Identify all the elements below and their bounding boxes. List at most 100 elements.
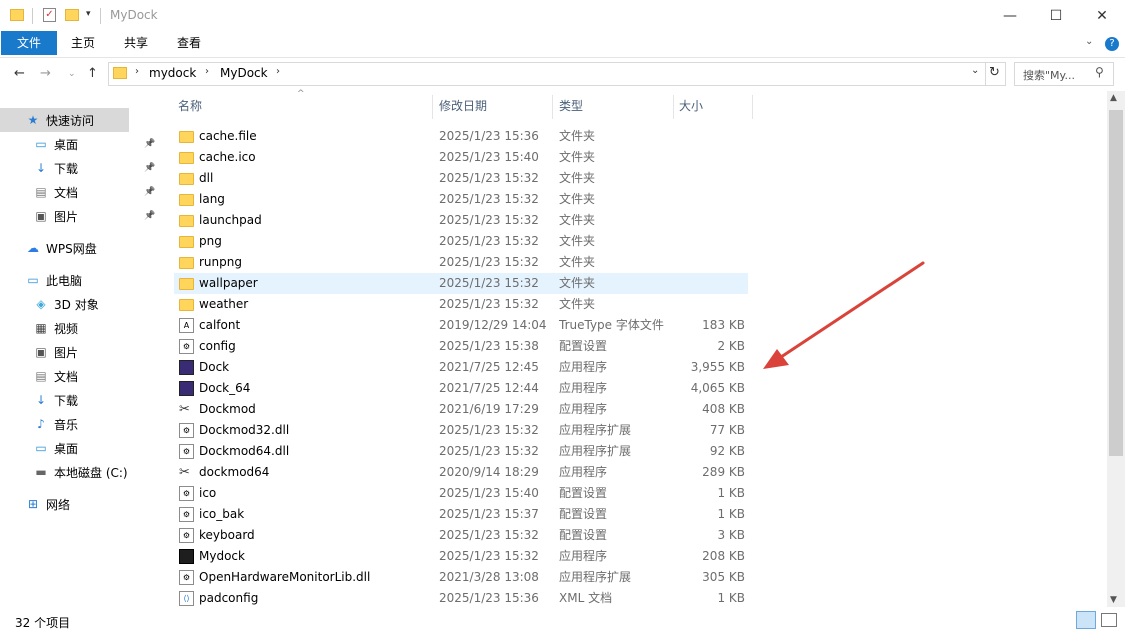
help-icon[interactable]: ? — [1105, 37, 1119, 51]
large-icons-view-icon[interactable] — [1101, 613, 1117, 627]
sidebar-item[interactable]: ▦ 视频 — [0, 316, 156, 340]
file-size: 208 KB — [702, 549, 745, 563]
sidebar-item[interactable]: ▣ 图片 📌 — [0, 204, 156, 228]
title-bar: ✓ ▾ MyDock — ☐ ✕ — [0, 0, 1125, 31]
file-date: 2025/1/23 15:40 — [439, 150, 539, 164]
sidebar-item[interactable]: ▭ 桌面 📌 — [0, 132, 156, 156]
sidebar-item[interactable]: ↓ 下载 — [0, 388, 156, 412]
sidebar-item-label: 图片 — [54, 345, 79, 360]
scroll-down-icon[interactable]: ▼ — [1110, 595, 1117, 605]
file-row[interactable]: ⚙ ico 2025/1/23 15:40 配置设置 1 KB — [174, 483, 748, 504]
file-type: 文件夹 — [559, 129, 596, 143]
search-box[interactable]: 搜索"My... ⚲ — [1014, 62, 1114, 86]
file-row[interactable]: ⚙ config 2025/1/23 15:38 配置设置 2 KB — [174, 336, 748, 357]
file-row[interactable]: cache.file 2025/1/23 15:36 文件夹 — [174, 126, 748, 147]
search-icon[interactable]: ⚲ — [1095, 65, 1104, 79]
drive-icon: ▬ — [35, 465, 47, 479]
close-button[interactable]: ✕ — [1079, 0, 1125, 31]
file-date: 2021/6/19 17:29 — [439, 402, 539, 416]
recent-locations-icon[interactable]: ⌄ — [68, 69, 76, 79]
sidebar-item[interactable]: ▭ 此电脑 — [0, 268, 156, 292]
sidebar-item[interactable]: ▬ 本地磁盘 (C:) — [0, 460, 156, 484]
back-arrow-icon[interactable]: ← — [14, 66, 25, 81]
file-row[interactable]: launchpad 2025/1/23 15:32 文件夹 — [174, 210, 748, 231]
expand-ribbon-icon[interactable]: ⌄ — [1085, 36, 1093, 47]
file-row[interactable]: Dock_64 2021/7/25 12:44 应用程序 4,065 KB — [174, 378, 748, 399]
column-separator[interactable] — [752, 95, 753, 119]
maximize-button[interactable]: ☐ — [1033, 0, 1079, 31]
file-row[interactable]: png 2025/1/23 15:32 文件夹 — [174, 231, 748, 252]
tab-view[interactable]: 查看 — [169, 31, 209, 55]
sidebar-item[interactable]: ◈ 3D 对象 — [0, 292, 156, 316]
up-arrow-icon[interactable]: ↑ — [87, 66, 98, 81]
tab-share[interactable]: 共享 — [116, 31, 156, 55]
customize-quick-access-icon[interactable]: ▾ — [86, 9, 91, 19]
pin-icon[interactable]: 📌 — [144, 163, 155, 173]
file-row[interactable]: lang 2025/1/23 15:32 文件夹 — [174, 189, 748, 210]
minimize-button[interactable]: — — [987, 0, 1033, 31]
tab-file[interactable]: 文件 — [1, 31, 57, 55]
scroll-up-icon[interactable]: ▲ — [1110, 93, 1117, 103]
column-name[interactable]: 名称 — [178, 95, 428, 119]
sidebar-item[interactable]: ⊞ 网络 — [0, 492, 156, 516]
file-size: 408 KB — [702, 402, 745, 416]
breadcrumb-MyDock[interactable]: MyDock — [220, 66, 268, 80]
column-separator[interactable] — [552, 95, 553, 119]
file-type: 文件夹 — [559, 150, 596, 164]
sidebar-item[interactable]: ♪ 音乐 — [0, 412, 156, 436]
sidebar-item[interactable]: ↓ 下载 📌 — [0, 156, 156, 180]
file-row[interactable]: Mydock 2025/1/23 15:32 应用程序 208 KB — [174, 546, 748, 567]
file-row[interactable]: ⚙ keyboard 2025/1/23 15:32 配置设置 3 KB — [174, 525, 748, 546]
file-row[interactable]: dll 2025/1/23 15:32 文件夹 — [174, 168, 748, 189]
sidebar-item-label: 下载 — [54, 161, 79, 176]
file-row[interactable]: Dock 2021/7/25 12:45 应用程序 3,955 KB — [174, 357, 748, 378]
window-title: MyDock — [110, 8, 158, 22]
tab-home[interactable]: 主页 — [63, 31, 103, 55]
file-date: 2025/1/23 15:32 — [439, 297, 539, 311]
pin-icon[interactable]: 📌 — [144, 211, 155, 221]
file-row[interactable]: cache.ico 2025/1/23 15:40 文件夹 — [174, 147, 748, 168]
separator — [985, 63, 986, 85]
sidebar-item[interactable]: ☁ WPS网盘 — [0, 236, 156, 260]
column-separator[interactable] — [432, 95, 433, 119]
column-separator[interactable] — [673, 95, 674, 119]
file-row[interactable]: ⟨⟩ padconfig 2025/1/23 15:36 XML 文档 1 KB — [174, 588, 748, 609]
refresh-icon[interactable]: ↻ — [989, 65, 1000, 80]
column-size[interactable]: 大小 — [679, 95, 749, 119]
status-bar: 32 个项目 — [0, 607, 1125, 634]
properties-icon[interactable]: ✓ — [43, 8, 56, 22]
sidebar-item[interactable]: ★ 快速访问 — [0, 108, 129, 132]
search-input[interactable]: 搜索"My... — [1023, 67, 1075, 83]
new-folder-icon[interactable] — [65, 9, 79, 21]
sidebar-item[interactable]: ▤ 文档 📌 — [0, 180, 156, 204]
file-row[interactable]: runpng 2025/1/23 15:32 文件夹 — [174, 252, 748, 273]
address-dropdown-icon[interactable]: ⌄ — [971, 65, 979, 76]
pin-icon[interactable]: 📌 — [144, 187, 155, 197]
file-size — [649, 210, 745, 231]
file-row[interactable]: ⚙ Dockmod64.dll 2025/1/23 15:32 应用程序扩展 92 KB — [174, 441, 748, 462]
file-row[interactable]: weather 2025/1/23 15:32 文件夹 — [174, 294, 748, 315]
folder-icon — [179, 173, 194, 185]
sidebar-item[interactable]: ▣ 图片 — [0, 340, 156, 364]
column-type[interactable]: 类型 — [559, 95, 669, 119]
file-row[interactable]: wallpaper 2025/1/23 15:32 文件夹 — [174, 273, 748, 294]
sidebar-item[interactable]: ▭ 桌面 — [0, 436, 156, 460]
address-bar[interactable]: › mydock › MyDock › ⌄ ↻ — [108, 62, 1006, 86]
file-name: weather — [199, 297, 249, 311]
file-row[interactable]: ⚙ ico_bak 2025/1/23 15:37 配置设置 1 KB — [174, 504, 748, 525]
file-size: 183 KB — [702, 318, 745, 332]
file-row[interactable]: ✂ Dockmod 2021/6/19 17:29 应用程序 408 KB — [174, 399, 748, 420]
breadcrumb-mydock[interactable]: mydock — [149, 66, 196, 80]
cube-icon: ◈ — [36, 297, 46, 311]
file-row[interactable]: Acalfont 2019/12/29 14:04 TrueType 字体文件 183… — [174, 315, 748, 336]
file-row[interactable]: ✂ dockmod64 2020/9/14 18:29 应用程序 289 KB — [174, 462, 748, 483]
details-view-icon[interactable] — [1076, 611, 1096, 629]
sidebar-item[interactable]: ▤ 文档 — [0, 364, 156, 388]
column-date[interactable]: 修改日期 — [439, 95, 549, 119]
file-row[interactable]: ⚙ OpenHardwareMonitorLib.dll 2021/3/28 13:… — [174, 567, 748, 588]
forward-arrow-icon[interactable]: → — [40, 66, 51, 81]
file-row[interactable]: ⚙ Dockmod32.dll 2025/1/23 15:32 应用程序扩展 77 KB — [174, 420, 748, 441]
pin-icon[interactable]: 📌 — [144, 139, 155, 149]
breadcrumb-chevron-icon: › — [276, 66, 280, 77]
scrollbar-thumb[interactable] — [1109, 110, 1123, 456]
